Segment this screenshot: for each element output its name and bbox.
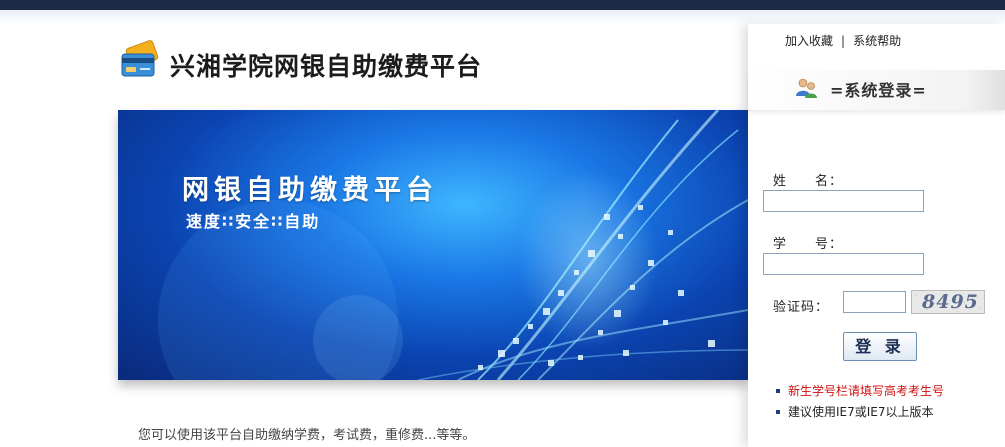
link-separator: | bbox=[841, 34, 846, 48]
student-id-input[interactable] bbox=[763, 253, 924, 275]
users-icon bbox=[794, 76, 818, 100]
login-title: =系统登录= bbox=[830, 81, 927, 100]
banner-subtitle: 速度∷安全∷自助 bbox=[186, 212, 321, 231]
login-notes: 新生学号栏请填写高考考生号 建议使用IE7或IE7以上版本 bbox=[776, 383, 944, 425]
name-input[interactable] bbox=[763, 190, 924, 212]
captcha-input[interactable] bbox=[843, 291, 906, 313]
banner-title: 网银自助缴费平台 bbox=[182, 175, 438, 206]
login-button[interactable]: 登 录 bbox=[843, 332, 917, 361]
login-panel: 加入收藏 | 系统帮助 =系统登录= 姓 名： 学 号： 验证码： 8495 登 录… bbox=[748, 24, 1005, 447]
add-favorite-link[interactable]: 加入收藏 bbox=[785, 32, 833, 49]
bank-card-icon bbox=[118, 40, 160, 82]
note-item-new-student: 新生学号栏请填写高考考生号 bbox=[776, 383, 944, 404]
system-help-link[interactable]: 系统帮助 bbox=[853, 32, 901, 49]
platform-description: 您可以使用该平台自助缴纳学费，考试费，重修费...等等。 bbox=[138, 428, 476, 443]
hero-banner: 网银自助缴费平台 速度∷安全∷自助 bbox=[118, 110, 748, 380]
banner-swirl-graphic bbox=[158, 110, 748, 380]
site-title: 兴湘学院网银自助缴费平台 bbox=[170, 52, 483, 81]
captcha-label: 验证码： bbox=[773, 300, 830, 315]
name-label: 姓 名： bbox=[773, 174, 844, 189]
top-bar-fade bbox=[0, 10, 1005, 24]
student-id-label: 学 号： bbox=[773, 237, 844, 252]
captcha-image[interactable]: 8495 bbox=[911, 290, 985, 314]
top-links: 加入收藏 | 系统帮助 bbox=[785, 32, 901, 49]
captcha-text: 8495 bbox=[922, 291, 979, 313]
note-item-browser: 建议使用IE7或IE7以上版本 bbox=[776, 404, 944, 425]
top-bar bbox=[0, 0, 1005, 10]
